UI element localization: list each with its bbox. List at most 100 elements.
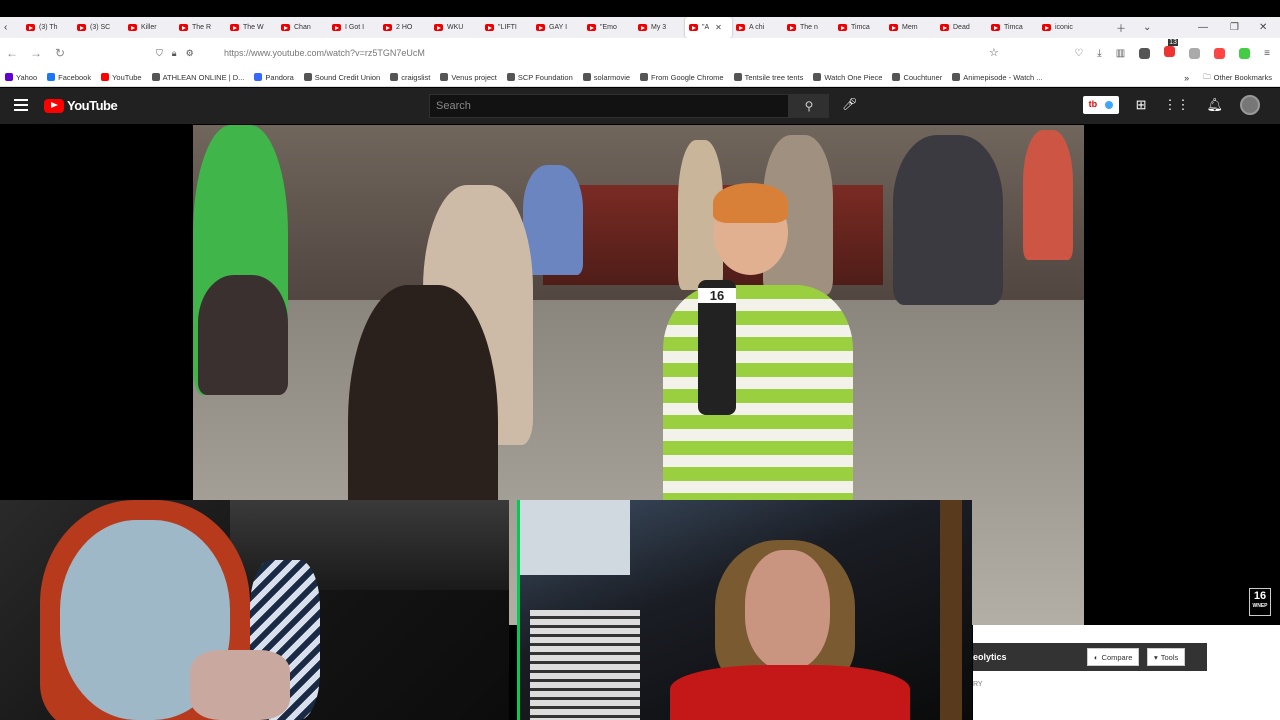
extension-icon[interactable] bbox=[1189, 47, 1201, 59]
new-tab-button[interactable]: ＋ bbox=[1116, 17, 1126, 38]
tab-label: WKU bbox=[447, 24, 464, 31]
extension-icon[interactable] bbox=[1214, 47, 1226, 59]
bookmark-item[interactable]: YouTube bbox=[101, 73, 142, 82]
youtube-favicon-icon bbox=[434, 24, 443, 31]
bookmark-label: Watch One Piece bbox=[824, 72, 883, 82]
tab-17[interactable]: Mem bbox=[885, 17, 936, 38]
bookmark-item[interactable]: solarmovie bbox=[582, 72, 631, 82]
bookmark-item[interactable]: Watch One Piece bbox=[813, 73, 882, 82]
other-bookmarks[interactable]: » 🗀 Other Bookmarks bbox=[1184, 68, 1272, 87]
tab-4[interactable]: The W bbox=[226, 17, 277, 38]
extension-icon[interactable] bbox=[1139, 47, 1151, 59]
bookmark-item[interactable]: From Google Chrome bbox=[640, 73, 724, 82]
tab-15[interactable]: The n bbox=[783, 17, 834, 38]
maximize-button[interactable]: ❐ bbox=[1230, 17, 1239, 38]
tab-12[interactable]: My 3 bbox=[634, 17, 685, 38]
bookmark-favicon-icon bbox=[952, 73, 961, 81]
tab-close-icon[interactable]: ✕ bbox=[715, 23, 722, 32]
apps-grid-icon[interactable]: ⋮⋮ bbox=[1163, 97, 1189, 113]
bookmark-label: Animepisode - Watch ... bbox=[963, 72, 1043, 82]
tab-20[interactable]: iconic bbox=[1038, 17, 1089, 38]
extension-footer-text: RY bbox=[973, 681, 983, 688]
youtube-favicon-icon bbox=[281, 24, 290, 31]
compare-button[interactable]: ◐ Compare bbox=[1087, 648, 1140, 666]
bookmark-label: solarmovie bbox=[593, 72, 631, 82]
tab-10[interactable]: GAY I bbox=[532, 17, 583, 38]
tab-18[interactable]: Dead bbox=[936, 17, 987, 38]
hamburger-menu-icon[interactable] bbox=[14, 99, 28, 114]
bookmark-label: Couchtuner bbox=[903, 72, 943, 82]
bookmark-label: craigslist bbox=[401, 72, 431, 82]
tab-3[interactable]: The R bbox=[175, 17, 226, 38]
library-icon[interactable]: ▥ bbox=[1116, 48, 1125, 59]
bookmark-favicon-icon bbox=[440, 73, 449, 81]
tab-label: The R bbox=[192, 24, 212, 31]
extension-badge: 13 bbox=[1168, 39, 1178, 46]
tab-7[interactable]: 2 HO bbox=[379, 17, 430, 38]
youtube-favicon-icon bbox=[638, 24, 647, 31]
bookmark-label: Pandora bbox=[265, 72, 294, 82]
bookmark-item[interactable]: ATHLEAN ONLINE | D... bbox=[151, 73, 244, 82]
search-button[interactable]: ⚲ bbox=[789, 94, 829, 118]
bookmark-star-icon[interactable]: ☆ bbox=[989, 46, 999, 59]
folder-icon: 🗀 bbox=[1203, 72, 1211, 81]
bookmark-item[interactable]: SCP Foundation bbox=[506, 73, 573, 82]
tab-13[interactable]: "A ✕ bbox=[685, 17, 732, 38]
bookmark-item[interactable]: Couchtuner bbox=[892, 73, 942, 82]
download-icon[interactable]: ⤓ bbox=[1097, 48, 1101, 59]
menu-icon[interactable]: ≡ bbox=[1264, 48, 1270, 59]
bookmark-item[interactable]: Yahoo bbox=[5, 73, 37, 82]
bookmark-favicon-icon bbox=[506, 73, 515, 81]
create-video-icon[interactable]: ⊞ bbox=[1136, 97, 1147, 113]
tab-overflow-icon[interactable]: ⌄ bbox=[1143, 17, 1151, 38]
bookmark-favicon-icon bbox=[640, 73, 649, 81]
extension-icon[interactable] bbox=[1239, 47, 1251, 59]
tools-button[interactable]: ▾ Tools bbox=[1147, 648, 1186, 666]
extension-panel bbox=[973, 625, 1280, 720]
bookmark-item[interactable]: Venus project bbox=[440, 73, 497, 82]
youtube-favicon-icon bbox=[485, 24, 494, 31]
reload-icon[interactable]: ↻ bbox=[48, 46, 72, 60]
shield-icon[interactable]: ⛉ bbox=[156, 48, 163, 59]
minimize-button[interactable]: — bbox=[1198, 17, 1208, 38]
tab-list-button[interactable]: ‹ bbox=[0, 17, 22, 38]
tab-9[interactable]: "LIFTI bbox=[481, 17, 532, 38]
tab-8[interactable]: WKU bbox=[430, 17, 481, 38]
forward-icon[interactable]: → bbox=[24, 46, 48, 60]
youtube-logo[interactable]: YouTube bbox=[44, 98, 118, 113]
pocket-icon[interactable]: ♡ bbox=[1074, 48, 1083, 59]
close-window-button[interactable]: ✕ bbox=[1259, 17, 1267, 38]
tab-11[interactable]: "Emo bbox=[583, 17, 634, 38]
tubebuddy-icon[interactable] bbox=[1082, 96, 1119, 114]
tab-14[interactable]: A chi bbox=[732, 17, 783, 38]
compare-icon: ◐ bbox=[1094, 652, 1099, 662]
microphone-icon[interactable]: 🎤︎ bbox=[842, 97, 857, 111]
webcam-right bbox=[520, 500, 972, 720]
bookmark-item[interactable]: Facebook bbox=[47, 73, 91, 82]
youtube-favicon-icon bbox=[77, 24, 86, 31]
search-input[interactable]: Search bbox=[429, 94, 789, 118]
url-text[interactable]: https://www.youtube.com/watch?v=rz5TGN7e… bbox=[224, 48, 425, 58]
tab-1[interactable]: (3) SC bbox=[73, 17, 124, 38]
address-bar[interactable]: https://www.youtube.com/watch?v=rz5TGN7e… bbox=[150, 42, 1010, 64]
bookmark-item[interactable]: Sound Credit Union bbox=[303, 73, 380, 82]
tab-label: Chan bbox=[294, 24, 311, 31]
bookmarks-overflow-icon[interactable]: » bbox=[1184, 73, 1189, 83]
badge-extension-icon[interactable]: 13 bbox=[1164, 39, 1178, 60]
bookmark-item[interactable]: Tentsile tree tents bbox=[733, 73, 803, 82]
tab-16[interactable]: Timca bbox=[834, 17, 885, 38]
tab-5[interactable]: Chan bbox=[277, 17, 328, 38]
tab-19[interactable]: Timca bbox=[987, 17, 1038, 38]
tab-2[interactable]: Killer bbox=[124, 17, 175, 38]
permissions-icon[interactable]: ⚙ bbox=[186, 48, 194, 59]
back-icon[interactable]: ← bbox=[0, 46, 24, 60]
bookmark-item[interactable]: Pandora bbox=[254, 72, 294, 82]
youtube-favicon-icon bbox=[179, 24, 188, 31]
notifications-bell-icon[interactable]: 🔔︎ bbox=[1206, 97, 1223, 113]
tab-0[interactable]: (3) Th bbox=[22, 17, 73, 38]
bookmark-item[interactable]: craigslist bbox=[390, 73, 430, 82]
lock-icon[interactable]: 🔒︎ bbox=[172, 48, 177, 59]
bookmark-item[interactable]: Animepisode - Watch ... bbox=[952, 72, 1043, 82]
tab-6[interactable]: I Got I bbox=[328, 17, 379, 38]
avatar[interactable] bbox=[1240, 95, 1260, 115]
